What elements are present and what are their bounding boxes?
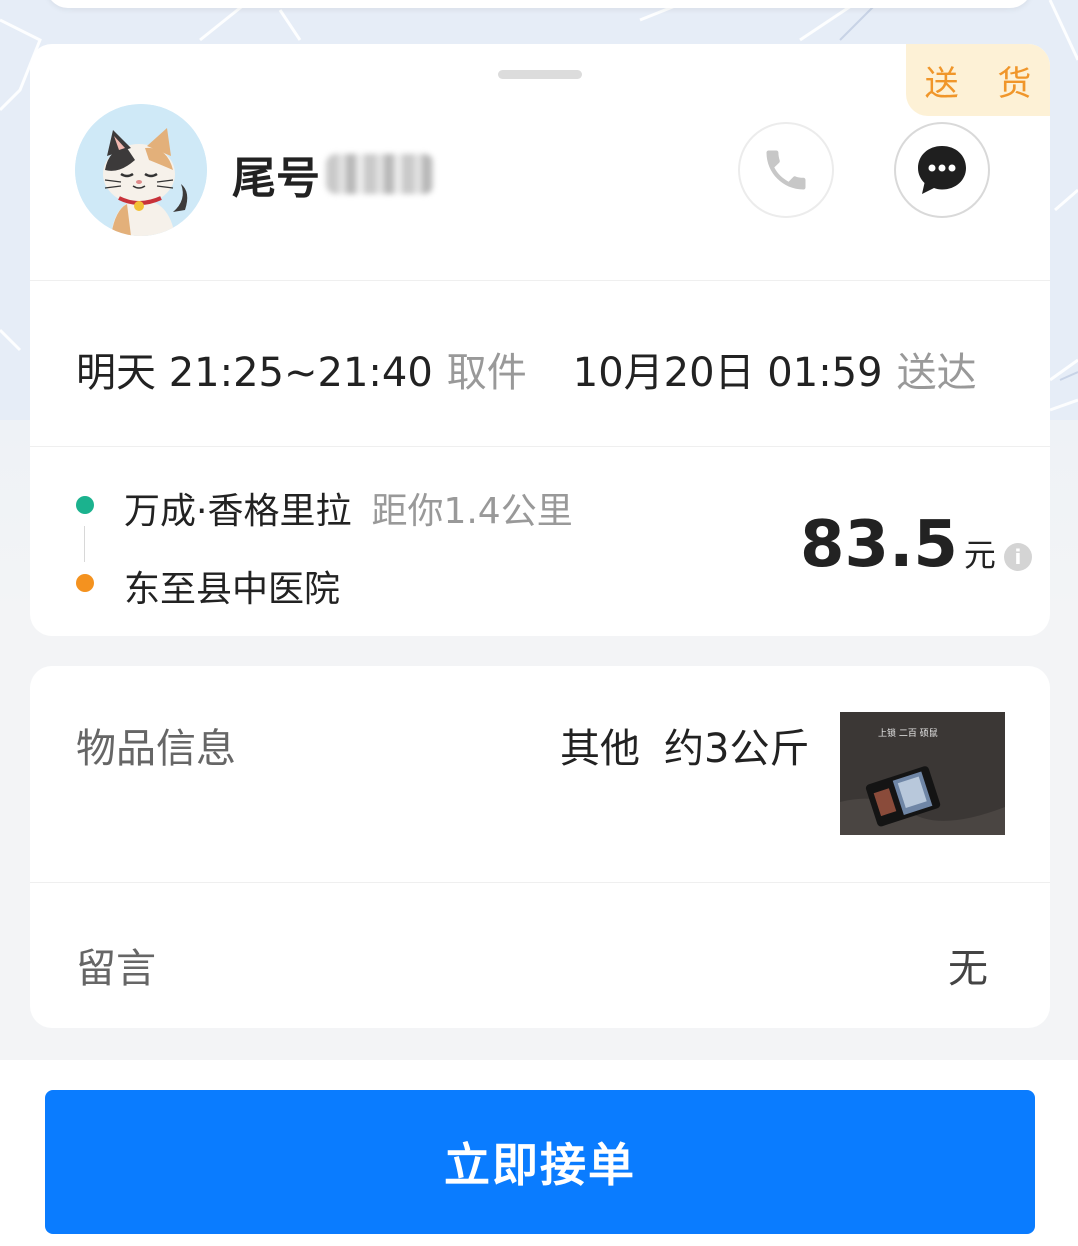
pickup-dot-icon bbox=[76, 496, 94, 514]
previous-card-edge bbox=[46, 0, 1032, 8]
phone-icon bbox=[766, 150, 806, 190]
dropoff-address: 东至县中医院 bbox=[124, 569, 341, 610]
price: 83.5 元 i bbox=[800, 508, 1032, 582]
route-line bbox=[84, 526, 85, 562]
goods-info-value: 其他 约3公斤 bbox=[560, 716, 809, 774]
delivery-label: 送达 bbox=[896, 350, 977, 396]
info-icon[interactable]: i bbox=[1003, 543, 1032, 571]
goods-category: 其他 bbox=[560, 726, 640, 772]
masked-number bbox=[326, 154, 434, 194]
pickup-label: 取件 bbox=[446, 350, 527, 396]
chat-bubble-icon bbox=[918, 146, 966, 194]
price-amount: 83.5 bbox=[800, 508, 958, 582]
avatar bbox=[75, 104, 207, 236]
route-info: 万成·香格里拉 距你1.4公里 东至县中医院 83.5 元 i bbox=[76, 478, 1036, 618]
accept-order-button[interactable]: 立即接单 bbox=[45, 1090, 1035, 1234]
goods-info-label: 物品信息 bbox=[76, 726, 236, 772]
price-unit: 元 bbox=[963, 536, 996, 574]
goods-card: 物品信息 其他 约3公斤 上锁 二百 硕鼠 留言 无 bbox=[30, 666, 1050, 1028]
customer-name-text: 尾号 bbox=[232, 153, 320, 204]
chat-button[interactable] bbox=[894, 122, 990, 218]
cat-avatar-icon bbox=[75, 104, 207, 236]
dropoff-dot-icon bbox=[76, 574, 94, 592]
pickup-address: 万成·香格里拉 距你1.4公里 bbox=[124, 482, 573, 534]
call-button[interactable] bbox=[738, 122, 834, 218]
order-card: 送 货 尾号 明天 21:25~21:40 取件 10月20日 01:59 送达… bbox=[30, 44, 1050, 636]
message-label: 留言 bbox=[76, 946, 156, 992]
customer-name: 尾号 bbox=[232, 142, 434, 206]
drag-handle[interactable] bbox=[498, 70, 582, 79]
bottom-action-bar: 立即接单 bbox=[0, 1060, 1078, 1246]
pickup-address-text: 万成·香格里拉 bbox=[124, 491, 352, 532]
message-value: 无 bbox=[948, 946, 988, 992]
divider bbox=[30, 882, 1050, 883]
delivery-time: 10月20日 01:59 bbox=[572, 350, 883, 396]
pickup-time: 明天 21:25~21:40 bbox=[76, 350, 433, 396]
divider bbox=[30, 280, 1050, 281]
divider bbox=[30, 446, 1050, 447]
photo-caption: 上锁 二百 硕鼠 bbox=[878, 727, 938, 739]
goods-weight: 约3公斤 bbox=[664, 726, 810, 772]
distance-text: 距你1.4公里 bbox=[371, 491, 573, 532]
order-type-tag: 送 货 bbox=[906, 44, 1050, 116]
time-row: 明天 21:25~21:40 取件 10月20日 01:59 送达 bbox=[76, 340, 977, 398]
goods-photo[interactable]: 上锁 二百 硕鼠 bbox=[840, 712, 1005, 835]
